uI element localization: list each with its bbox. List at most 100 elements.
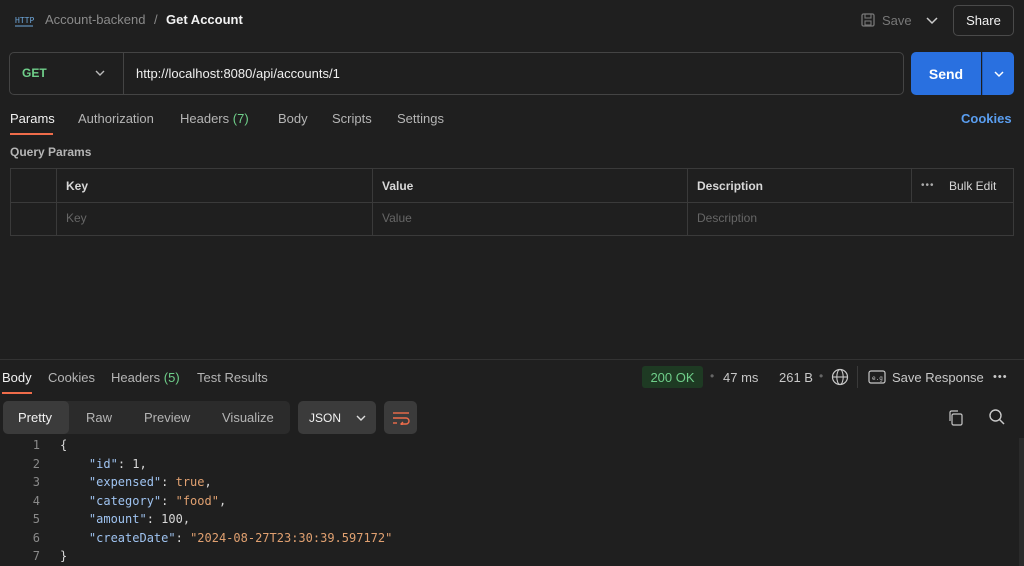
save-label: Save [882, 12, 912, 28]
json-value: 1 [132, 456, 140, 471]
query-params-title: Query Params [10, 145, 92, 159]
save-response-icon: e.g [868, 370, 886, 384]
format-preview[interactable]: Preview [144, 410, 190, 425]
code-line: 4 "category": "food", [0, 494, 1024, 513]
code-text: "id": 1, [88, 456, 147, 471]
globe-icon[interactable] [831, 368, 849, 386]
json-key: "createDate" [88, 530, 176, 545]
json-key: "expensed" [88, 475, 162, 489]
code-line: 1{ [0, 438, 1024, 457]
description-input[interactable]: Description [697, 211, 757, 225]
json-value: 100 [161, 512, 183, 526]
column-header-key: Key [66, 179, 89, 193]
line-number: 1 [32, 438, 40, 452]
json-value: true [175, 475, 205, 489]
breadcrumb-parent[interactable]: Account-backend [45, 12, 145, 27]
response-time[interactable]: 47 ms [723, 370, 758, 385]
response-tab-cookies[interactable]: Cookies [48, 370, 95, 385]
chevron-down-icon[interactable] [922, 10, 942, 30]
status-badge[interactable]: 200 OK [642, 366, 703, 388]
line-number: 2 [32, 456, 40, 471]
response-headers-count: (5) [163, 370, 180, 385]
table-divider [911, 168, 912, 202]
tab-body[interactable]: Body [278, 111, 308, 126]
save-response-button[interactable]: Save Response [892, 370, 984, 385]
url-divider [123, 53, 124, 94]
code-text: "amount": 100, [88, 512, 191, 526]
response-tab-headers[interactable]: Headers (5) [111, 370, 180, 385]
cookies-link[interactable]: Cookies [961, 111, 1012, 126]
code-text: { [60, 438, 68, 452]
response-tab-headers-label: Headers [111, 370, 161, 385]
value-input[interactable]: Value [382, 211, 412, 225]
line-number: 7 [32, 549, 40, 563]
share-button[interactable]: Share [953, 5, 1014, 36]
response-size[interactable]: 261 B [779, 370, 813, 385]
more-icon[interactable]: ••• [993, 371, 1008, 383]
wrap-lines-button[interactable] [384, 401, 417, 434]
scrollbar[interactable] [1019, 438, 1024, 566]
line-number: 3 [32, 475, 40, 489]
line-number: 4 [32, 493, 40, 508]
send-button[interactable]: Send [911, 52, 981, 95]
search-icon[interactable] [988, 408, 1006, 426]
format-visualize[interactable]: Visualize [222, 410, 274, 425]
code-text: "createDate": "2024-08-27T23:30:39.59717… [88, 530, 393, 545]
code-line: 3 "expensed": true, [0, 475, 1024, 494]
line-number: 6 [32, 530, 40, 545]
table-divider [10, 202, 1014, 203]
code-line: 5 "amount": 100, [0, 512, 1024, 531]
tab-params[interactable]: Params [10, 111, 55, 126]
response-tab-test-results[interactable]: Test Results [197, 370, 268, 385]
column-header-description: Description [697, 179, 764, 193]
json-value: "food" [175, 493, 219, 508]
breadcrumb-current[interactable]: Get Account [166, 12, 243, 27]
active-tab-indicator [10, 133, 53, 135]
separator-dot: • [819, 369, 824, 383]
wrap-icon [392, 411, 410, 425]
active-tab-indicator [2, 392, 32, 394]
key-input[interactable]: Key [66, 211, 87, 225]
json-key: "id" [88, 456, 118, 471]
url-input[interactable]: http://localhost:8080/api/accounts/1 [136, 66, 340, 81]
svg-text:HTTP: HTTP [15, 16, 34, 25]
format-pretty[interactable]: Pretty [18, 410, 52, 425]
code-line: 7} [0, 549, 1024, 566]
tab-scripts[interactable]: Scripts [332, 111, 372, 126]
chevron-down-icon [993, 70, 1004, 77]
tab-authorization[interactable]: Authorization [78, 111, 154, 126]
divider [857, 366, 858, 388]
tab-settings[interactable]: Settings [397, 111, 444, 126]
language-select[interactable]: JSON [298, 401, 376, 434]
response-tab-body[interactable]: Body [2, 370, 32, 385]
svg-text:e.g: e.g [872, 375, 883, 382]
json-key: "category" [88, 493, 162, 508]
column-header-value: Value [382, 179, 414, 193]
code-line: 2 "id": 1, [0, 457, 1024, 476]
line-number: 5 [32, 512, 40, 526]
code-text: } [60, 549, 68, 563]
code-line: 6 "createDate": "2024-08-27T23:30:39.597… [0, 531, 1024, 550]
bulk-edit-button[interactable]: Bulk Edit [949, 179, 996, 193]
save-button[interactable]: Save [860, 8, 916, 32]
format-raw[interactable]: Raw [86, 410, 112, 425]
breadcrumb-separator: / [154, 12, 158, 27]
chevron-down-icon [356, 415, 366, 421]
chevron-down-icon[interactable] [93, 66, 107, 80]
http-icon: HTTP [15, 16, 34, 27]
method-select[interactable]: GET [22, 66, 47, 80]
json-value: "2024-08-27T23:30:39.597172" [190, 530, 393, 545]
tab-headers[interactable]: Headers (7) [180, 111, 249, 126]
separator-dot: • [710, 369, 715, 383]
headers-count: (7) [232, 111, 249, 126]
pane-divider[interactable] [0, 359, 1024, 360]
send-options-button[interactable] [982, 52, 1014, 95]
json-key: "amount" [88, 512, 147, 526]
save-icon [861, 13, 875, 27]
copy-icon[interactable] [947, 409, 965, 427]
language-label: JSON [309, 410, 342, 425]
code-text: "expensed": true, [88, 475, 212, 489]
code-text: "category": "food", [88, 493, 227, 508]
more-icon[interactable]: ••• [921, 180, 935, 191]
tab-headers-label: Headers [180, 111, 230, 126]
